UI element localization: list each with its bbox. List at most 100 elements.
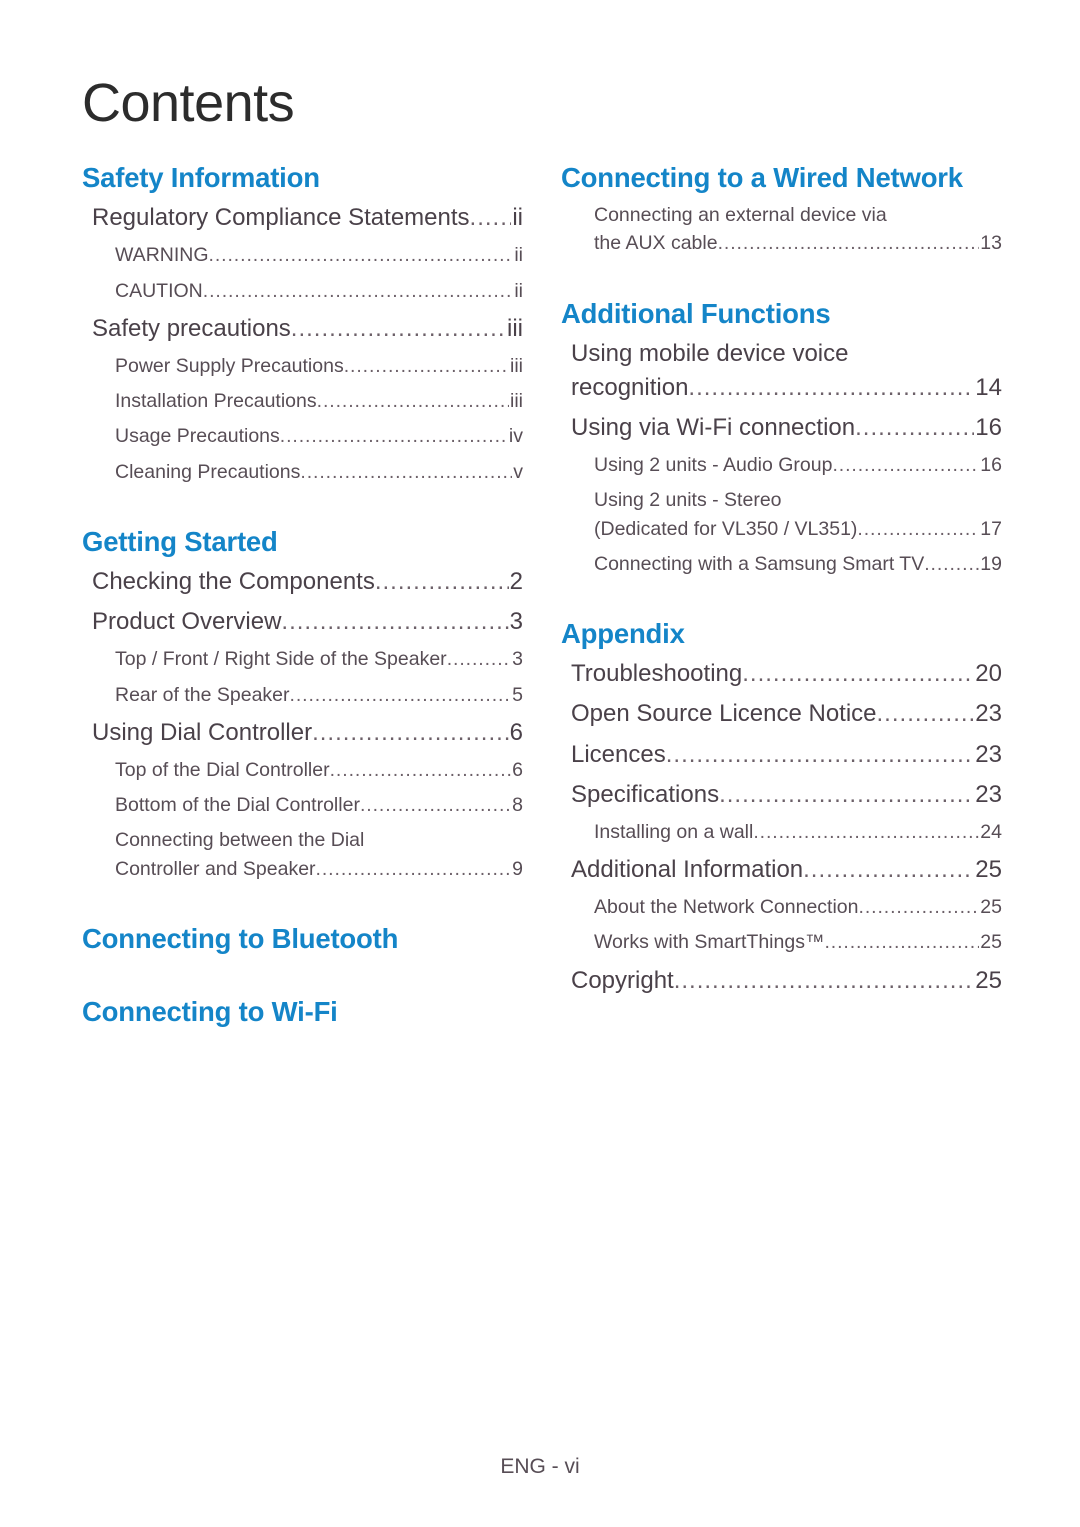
- toc-entry-page: iii: [510, 354, 523, 377]
- toc-entry-label: Safety precautions: [92, 314, 291, 342]
- dot-leader: [317, 396, 509, 416]
- toc-entry-page: 23: [975, 700, 1002, 728]
- page-title: Contents: [82, 73, 295, 133]
- toc-entry-checking-the-components[interactable]: Checking the Components 2: [82, 565, 523, 599]
- toc-entry-label: Works with SmartThings™: [594, 931, 825, 954]
- toc-entry-additional-information[interactable]: Additional Information 25: [561, 853, 1002, 887]
- toc-entry-label: CAUTION: [115, 279, 203, 302]
- toc-entry-page: 14: [975, 373, 1002, 401]
- dot-leader: [718, 238, 980, 258]
- dot-leader: [312, 726, 509, 750]
- toc-entry-page: 23: [975, 740, 1002, 768]
- dot-leader: [824, 937, 979, 957]
- toc-entry-label: Using Dial Controller: [92, 718, 313, 746]
- toc-entry-page: v: [513, 460, 523, 483]
- toc-entry-product-overview[interactable]: Product Overview 3: [82, 605, 523, 639]
- dot-leader: [291, 322, 506, 346]
- toc-entry-using-mobile-device-voice-recognition[interactable]: Using mobile device voice recognition 14: [561, 337, 1002, 405]
- toc-entry-label: Using via Wi-Fi connection: [571, 414, 856, 442]
- toc-entry-page: 6: [509, 718, 523, 746]
- toc-entry-label: Checking the Components: [92, 568, 375, 596]
- toc-entry-bottom-of-the-dial-controller[interactable]: Bottom of the Dial Controller 8: [82, 791, 523, 819]
- dot-leader: [470, 211, 512, 235]
- toc-entry-installing-on-a-wall[interactable]: Installing on a wall 24: [561, 818, 1002, 846]
- toc-entry-licences[interactable]: Licences 23: [561, 738, 1002, 772]
- toc-entry-label-line2: recognition: [571, 373, 689, 401]
- toc-entry-page: ii: [514, 244, 523, 267]
- dot-leader: [281, 615, 508, 639]
- dot-leader: [753, 826, 979, 846]
- toc-entry-using-2-units-stereo-dedicated-for-vl350-vl351[interactable]: Using 2 units - Stereo (Dedicated for VL3…: [561, 486, 1002, 543]
- dot-leader: [203, 285, 514, 305]
- toc-entry-label: Licences: [571, 740, 666, 768]
- page-footer: ENG - vi: [500, 1455, 580, 1478]
- toc-entry-regulatory-compliance-statements[interactable]: Regulatory Compliance Statements ii: [82, 201, 523, 235]
- dot-leader: [447, 654, 511, 674]
- toc-entry-page: ii: [514, 279, 523, 302]
- toc-entry-page: 25: [975, 855, 1002, 883]
- dot-leader: [674, 974, 975, 998]
- toc-entry-page: iv: [508, 425, 523, 448]
- toc-section-heading-additional-functions[interactable]: Additional Functions: [561, 296, 1002, 331]
- toc-entry-label: Connecting with a Samsung Smart TV: [594, 552, 925, 575]
- toc-entry-page: iii: [510, 390, 523, 413]
- toc-entry-usage-precautions[interactable]: Usage Precautions iv: [82, 422, 523, 450]
- toc-entry-cleaning-precautions[interactable]: Cleaning Precautions v: [82, 458, 523, 486]
- toc-entry-page: iii: [507, 314, 523, 342]
- dot-leader: [300, 466, 512, 486]
- toc-left-column: Safety Information Regulatory Compliance …: [82, 160, 523, 1035]
- toc-entry-page: 16: [975, 414, 1002, 442]
- toc-entry-label-line2: the AUX cable: [594, 232, 718, 255]
- toc-entry-works-with-smartthings[interactable]: Works with SmartThings™ 25: [561, 928, 1002, 956]
- toc-entry-label: WARNING: [115, 244, 209, 267]
- toc-entry-power-supply-precautions[interactable]: Power Supply Precautions iii: [82, 352, 523, 380]
- toc-section-heading-connecting-to-wi-fi[interactable]: Connecting to Wi-Fi: [82, 994, 523, 1029]
- toc-entry-specifications[interactable]: Specifications 23: [561, 778, 1002, 812]
- toc-entry-troubleshooting[interactable]: Troubleshooting 20: [561, 657, 1002, 691]
- toc-entry-page: 25: [980, 896, 1002, 919]
- toc-entry-label: Bottom of the Dial Controller: [115, 794, 360, 817]
- toc-section-heading-connecting-to-bluetooth[interactable]: Connecting to Bluetooth: [82, 921, 523, 956]
- toc-entry-label-line1: Connecting an external device via: [594, 204, 887, 227]
- toc-section-heading-safety-information[interactable]: Safety Information: [82, 160, 523, 195]
- toc-entry-using-dial-controller[interactable]: Using Dial Controller 6: [82, 716, 523, 750]
- toc-entry-label-line1: Connecting between the Dial: [115, 829, 365, 852]
- toc-entry-connecting-with-a-samsung-smart-tv[interactable]: Connecting with a Samsung Smart TV 19: [561, 550, 1002, 578]
- toc-entry-caution[interactable]: CAUTION ii: [82, 277, 523, 305]
- toc-section-heading-getting-started[interactable]: Getting Started: [82, 524, 523, 559]
- toc-entry-label: Open Source Licence Notice: [571, 700, 877, 728]
- toc-section-heading-connecting-to-a-wired-network[interactable]: Connecting to a Wired Network: [561, 160, 1002, 195]
- toc-entry-rear-of-the-speaker[interactable]: Rear of the Speaker 5: [82, 681, 523, 709]
- toc-entry-connecting-an-external-device-via-the-aux-cable[interactable]: Connecting an external device via the AUX…: [561, 201, 1002, 258]
- dot-leader: [375, 575, 509, 599]
- toc-entry-page: 23: [975, 780, 1002, 808]
- toc-entry-using-2-units-audio-group[interactable]: Using 2 units - Audio Group 16: [561, 451, 1002, 479]
- toc-entry-using-via-wi-fi-connection[interactable]: Using via Wi-Fi connection 16: [561, 411, 1002, 445]
- toc-entry-page: 25: [980, 931, 1002, 954]
- toc-entry-warning[interactable]: WARNING ii: [82, 241, 523, 269]
- dot-leader: [290, 689, 512, 709]
- toc-entry-connecting-between-the-dial-controller-and-speak[interactable]: Connecting between the Dial Controller an…: [82, 826, 523, 883]
- dot-leader: [688, 381, 974, 405]
- toc-entry-safety-precautions[interactable]: Safety precautions iii: [82, 312, 523, 346]
- toc-entry-label: Additional Information: [571, 855, 804, 883]
- toc-entry-page: 25: [975, 966, 1002, 994]
- toc-entry-top-front-right-side-of-the-speaker[interactable]: Top / Front / Right Side of the Speaker 3: [82, 645, 523, 673]
- toc-entry-label: Troubleshooting: [571, 660, 743, 688]
- dot-leader: [742, 667, 974, 691]
- dot-leader: [280, 431, 508, 451]
- toc-entry-label: Top of the Dial Controller: [115, 758, 330, 781]
- toc-right-column: Connecting to a Wired Network Connecting …: [561, 160, 1002, 1004]
- toc-entry-about-the-network-connection[interactable]: About the Network Connection 25: [561, 893, 1002, 921]
- toc-entry-installation-precautions[interactable]: Installation Precautions iii: [82, 387, 523, 415]
- toc-entry-label-line2: (Dedicated for VL350 / VL351): [594, 517, 858, 540]
- dot-leader: [666, 748, 975, 772]
- toc-entry-label: Product Overview: [92, 608, 282, 636]
- toc-entry-open-source-licence-notice[interactable]: Open Source Licence Notice 23: [561, 697, 1002, 731]
- dot-leader: [719, 788, 974, 812]
- toc-entry-top-of-the-dial-controller[interactable]: Top of the Dial Controller 6: [82, 756, 523, 784]
- toc-entry-label: Cleaning Precautions: [115, 460, 301, 483]
- dot-leader: [924, 559, 979, 579]
- toc-entry-copyright[interactable]: Copyright 25: [561, 964, 1002, 998]
- toc-section-heading-appendix[interactable]: Appendix: [561, 616, 1002, 651]
